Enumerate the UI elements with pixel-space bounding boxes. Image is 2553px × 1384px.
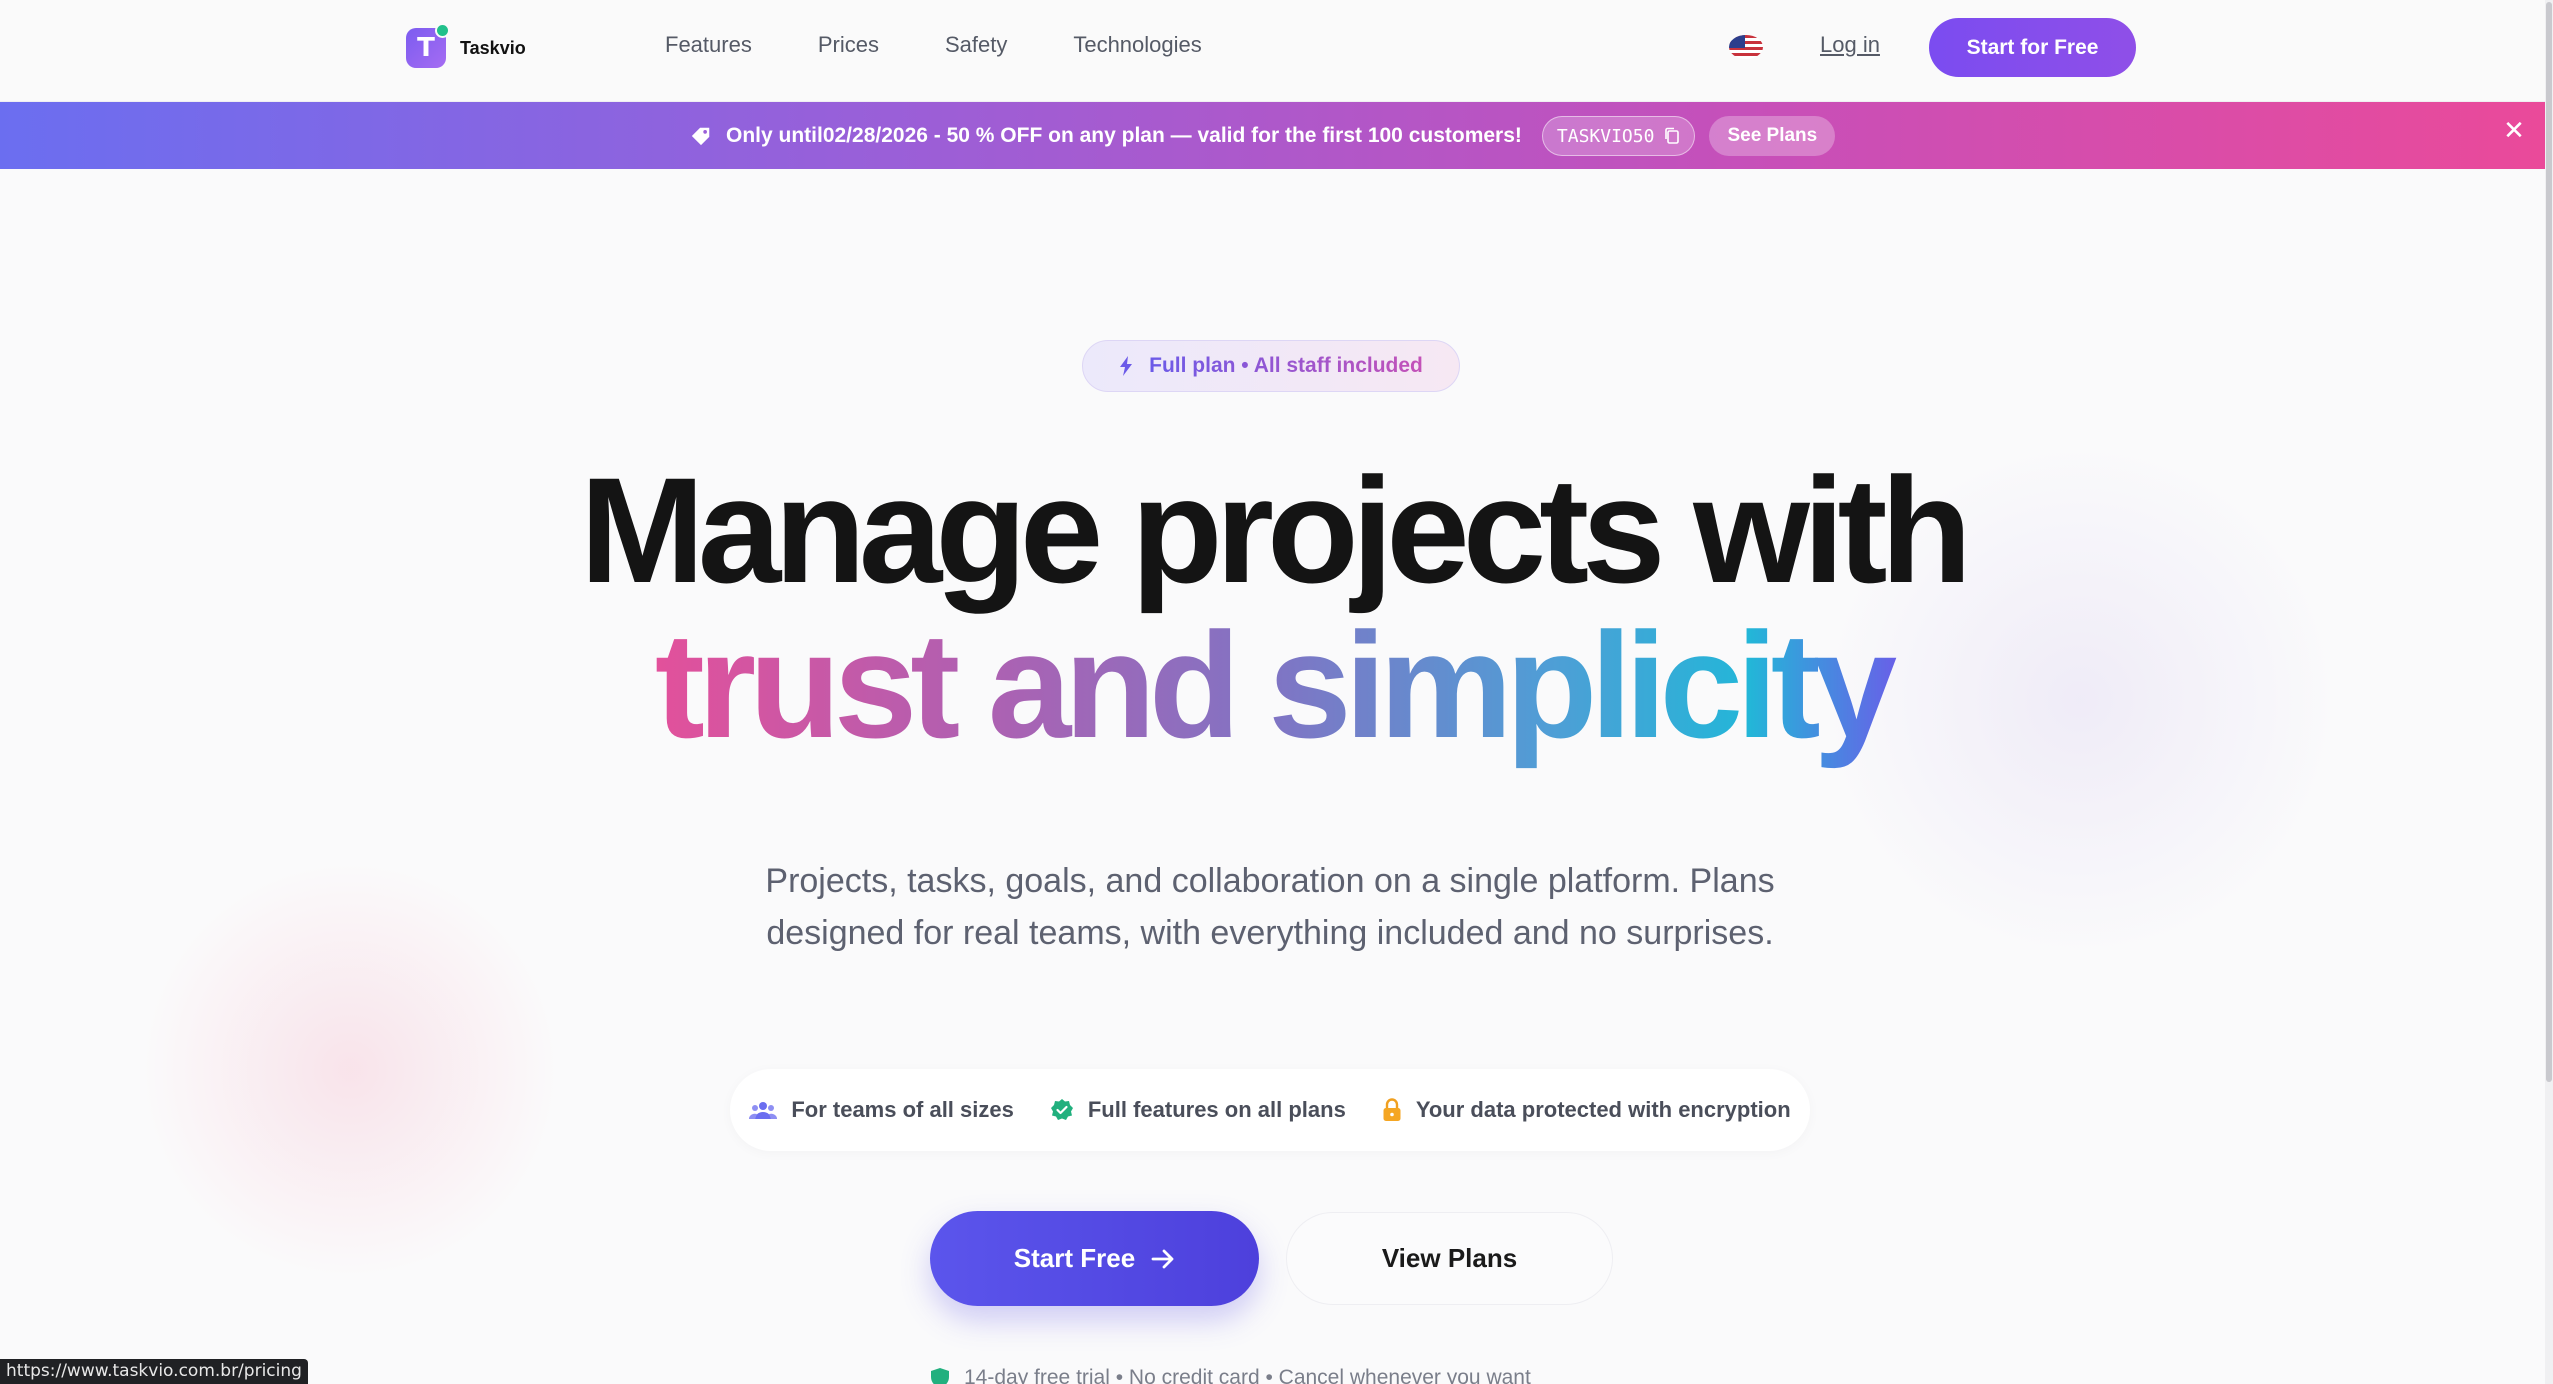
start-free-button[interactable]: Start Free bbox=[930, 1211, 1259, 1306]
flag-canton bbox=[1729, 35, 1745, 48]
us-flag-icon[interactable] bbox=[1729, 35, 1763, 59]
scrollbar-thumb[interactable] bbox=[2546, 2, 2552, 1082]
lightning-icon bbox=[1120, 356, 1133, 376]
brand-logo[interactable]: T Taskvio bbox=[406, 23, 526, 68]
background-blob-pink bbox=[140, 860, 560, 1280]
brand-name: Taskvio bbox=[460, 37, 526, 58]
hero-lead: Projects, tasks, goals, and collaboratio… bbox=[765, 862, 1775, 952]
start-for-free-button[interactable]: Start for Free bbox=[1929, 18, 2136, 77]
hero-badge-text: Full plan • All staff included bbox=[1149, 354, 1423, 377]
hero-title-gradient-text: trust and simplicity bbox=[645, 601, 1900, 769]
nav-item-safety[interactable]: Safety bbox=[945, 32, 1007, 58]
copy-icon[interactable] bbox=[1664, 127, 1680, 145]
shield-icon bbox=[931, 1368, 949, 1384]
arrow-right-icon bbox=[1151, 1249, 1174, 1268]
feature-full-label: Full features on all plans bbox=[1087, 1097, 1346, 1122]
lock-icon bbox=[1383, 1098, 1401, 1121]
start-free-label: Start Free bbox=[1013, 1243, 1136, 1273]
nav-item-features[interactable]: Features bbox=[665, 32, 752, 58]
page-viewport: T Taskvio Features Prices Safety Technol… bbox=[0, 0, 2545, 1384]
tag-icon bbox=[691, 127, 710, 146]
status-bar-url: https://www.taskvio.com.br/pricing bbox=[0, 1359, 308, 1384]
feature-teams: For teams of all sizes bbox=[749, 1097, 1014, 1123]
team-icon bbox=[749, 1102, 778, 1119]
promo-banner: Only until02/28/2026 - 50 % OFF on any p… bbox=[0, 102, 2545, 169]
logo-check-icon bbox=[435, 23, 450, 38]
login-link[interactable]: Log in bbox=[1820, 32, 1880, 58]
nav-item-prices[interactable]: Prices bbox=[818, 32, 879, 58]
feature-full: Full features on all plans bbox=[1050, 1097, 1346, 1123]
verified-check-icon bbox=[1050, 1099, 1073, 1120]
feature-pills: For teams of all sizes Full features on … bbox=[730, 1069, 1810, 1151]
see-plans-button[interactable]: See Plans bbox=[1709, 116, 1836, 156]
logo-mark-icon: T bbox=[406, 23, 450, 68]
coupon-code: TASKVIO50 bbox=[1556, 125, 1655, 147]
view-plans-button[interactable]: View Plans bbox=[1286, 1212, 1613, 1305]
feature-teams-label: For teams of all sizes bbox=[791, 1097, 1014, 1122]
trial-note-text: 14-day free trial • No credit card • Can… bbox=[964, 1366, 1531, 1384]
promo-content: Only until02/28/2026 - 50 % OFF on any p… bbox=[690, 116, 1836, 156]
main-nav: Features Prices Safety Technologies bbox=[665, 32, 1202, 58]
promo-text: Only until02/28/2026 - 50 % OFF on any p… bbox=[726, 124, 1522, 147]
page-scrollbar[interactable] bbox=[2545, 0, 2553, 1384]
close-icon[interactable]: ✕ bbox=[2503, 118, 2525, 144]
trial-note: 14-day free trial • No credit card • Can… bbox=[930, 1366, 1531, 1384]
hero-title-line2: trust and simplicity bbox=[0, 610, 2545, 760]
site-header: T Taskvio Features Prices Safety Technol… bbox=[0, 0, 2545, 102]
coupon-code-chip[interactable]: TASKVIO50 bbox=[1541, 116, 1696, 156]
feature-security-label: Your data protected with encryption bbox=[1415, 1097, 1791, 1122]
logo-letter: T bbox=[417, 33, 435, 63]
feature-security: Your data protected with encryption bbox=[1382, 1097, 1791, 1123]
nav-item-technologies[interactable]: Technologies bbox=[1073, 32, 1201, 58]
hero-badge: Full plan • All staff included bbox=[1082, 340, 1460, 392]
hero-title-line1: Manage projects with bbox=[579, 446, 1972, 614]
